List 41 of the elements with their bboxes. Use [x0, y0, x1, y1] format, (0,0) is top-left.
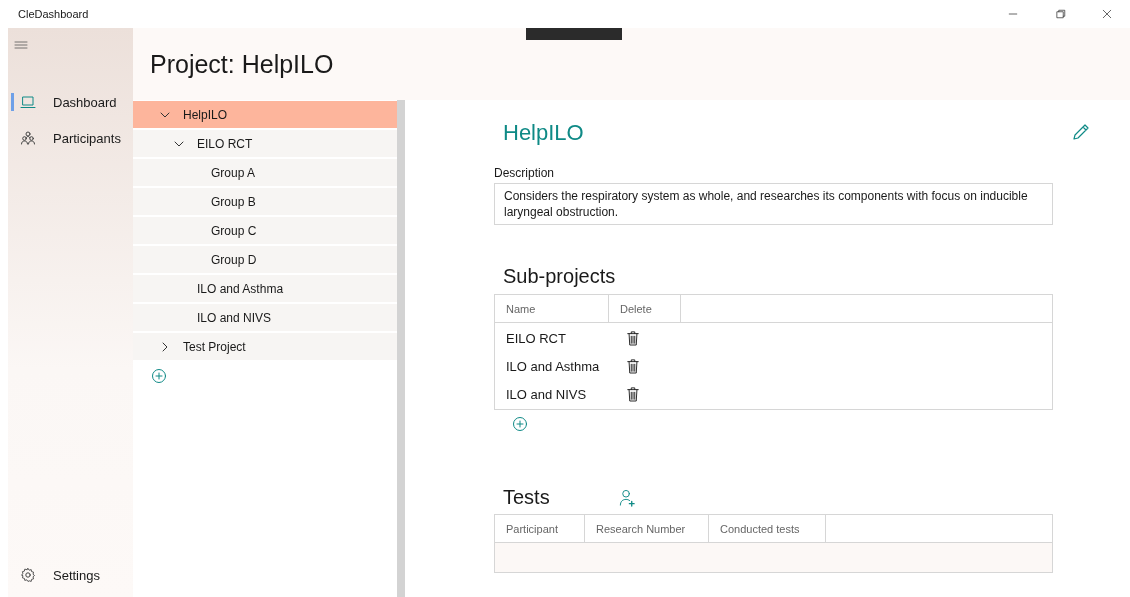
- tree-item[interactable]: Group A: [133, 159, 397, 186]
- settings-icon: [20, 567, 36, 583]
- nav-item[interactable]: Participants: [8, 120, 133, 156]
- column-header[interactable]: Conducted tests: [709, 515, 826, 542]
- tree-item[interactable]: ILO and NIVS: [133, 304, 397, 331]
- window-title: CleDashboard: [18, 8, 89, 20]
- tree-item[interactable]: Test Project: [133, 333, 397, 360]
- section-heading: Sub-projects: [503, 265, 616, 288]
- table-cell-text: ILO and NIVS: [505, 386, 588, 402]
- restore-icon: [1055, 8, 1067, 20]
- nav-item[interactable]: Dashboard: [8, 84, 133, 120]
- add-icon[interactable]: [512, 416, 528, 432]
- trash-icon[interactable]: [626, 329, 640, 347]
- description-field[interactable]: Considers the respiratory system as whole, and researches its components with focus on inducible laryngeal obstruction.: [494, 183, 1053, 225]
- section-heading: Tests: [503, 486, 550, 509]
- trash-icon[interactable]: [626, 385, 640, 403]
- tree-item[interactable]: HelpILO: [133, 101, 397, 128]
- laptop-icon: [20, 94, 36, 110]
- column-header[interactable]: Delete: [609, 295, 681, 322]
- edit-icon[interactable]: [1071, 122, 1091, 142]
- column-header[interactable]: Research Number: [585, 515, 709, 542]
- settings-nav-item[interactable]: Settings: [8, 557, 133, 593]
- add-person-icon[interactable]: [617, 488, 636, 507]
- field-label: Description: [494, 166, 555, 180]
- trash-icon[interactable]: [626, 357, 640, 375]
- tree-item[interactable]: ILO and Asthma: [133, 275, 397, 302]
- column-header[interactable]: Participant: [495, 515, 585, 542]
- tree-item[interactable]: Group D: [133, 246, 397, 273]
- tree-item[interactable]: Group B: [133, 188, 397, 215]
- column-header[interactable]: Name: [495, 295, 609, 322]
- page-title: Project: HelpILO: [150, 49, 334, 79]
- close-icon: [1101, 8, 1113, 20]
- people-icon: [20, 130, 36, 146]
- drag-handle[interactable]: [526, 28, 622, 40]
- tree-item[interactable]: EILO RCT: [133, 130, 397, 157]
- table-cell-text: EILO RCT: [505, 330, 567, 346]
- project-title: HelpILO: [503, 120, 584, 146]
- tree-item[interactable]: Group C: [133, 217, 397, 244]
- chevron-right-icon: [160, 341, 170, 352]
- add-icon[interactable]: [151, 368, 167, 384]
- table-cell-text: ILO and Asthma: [505, 358, 601, 374]
